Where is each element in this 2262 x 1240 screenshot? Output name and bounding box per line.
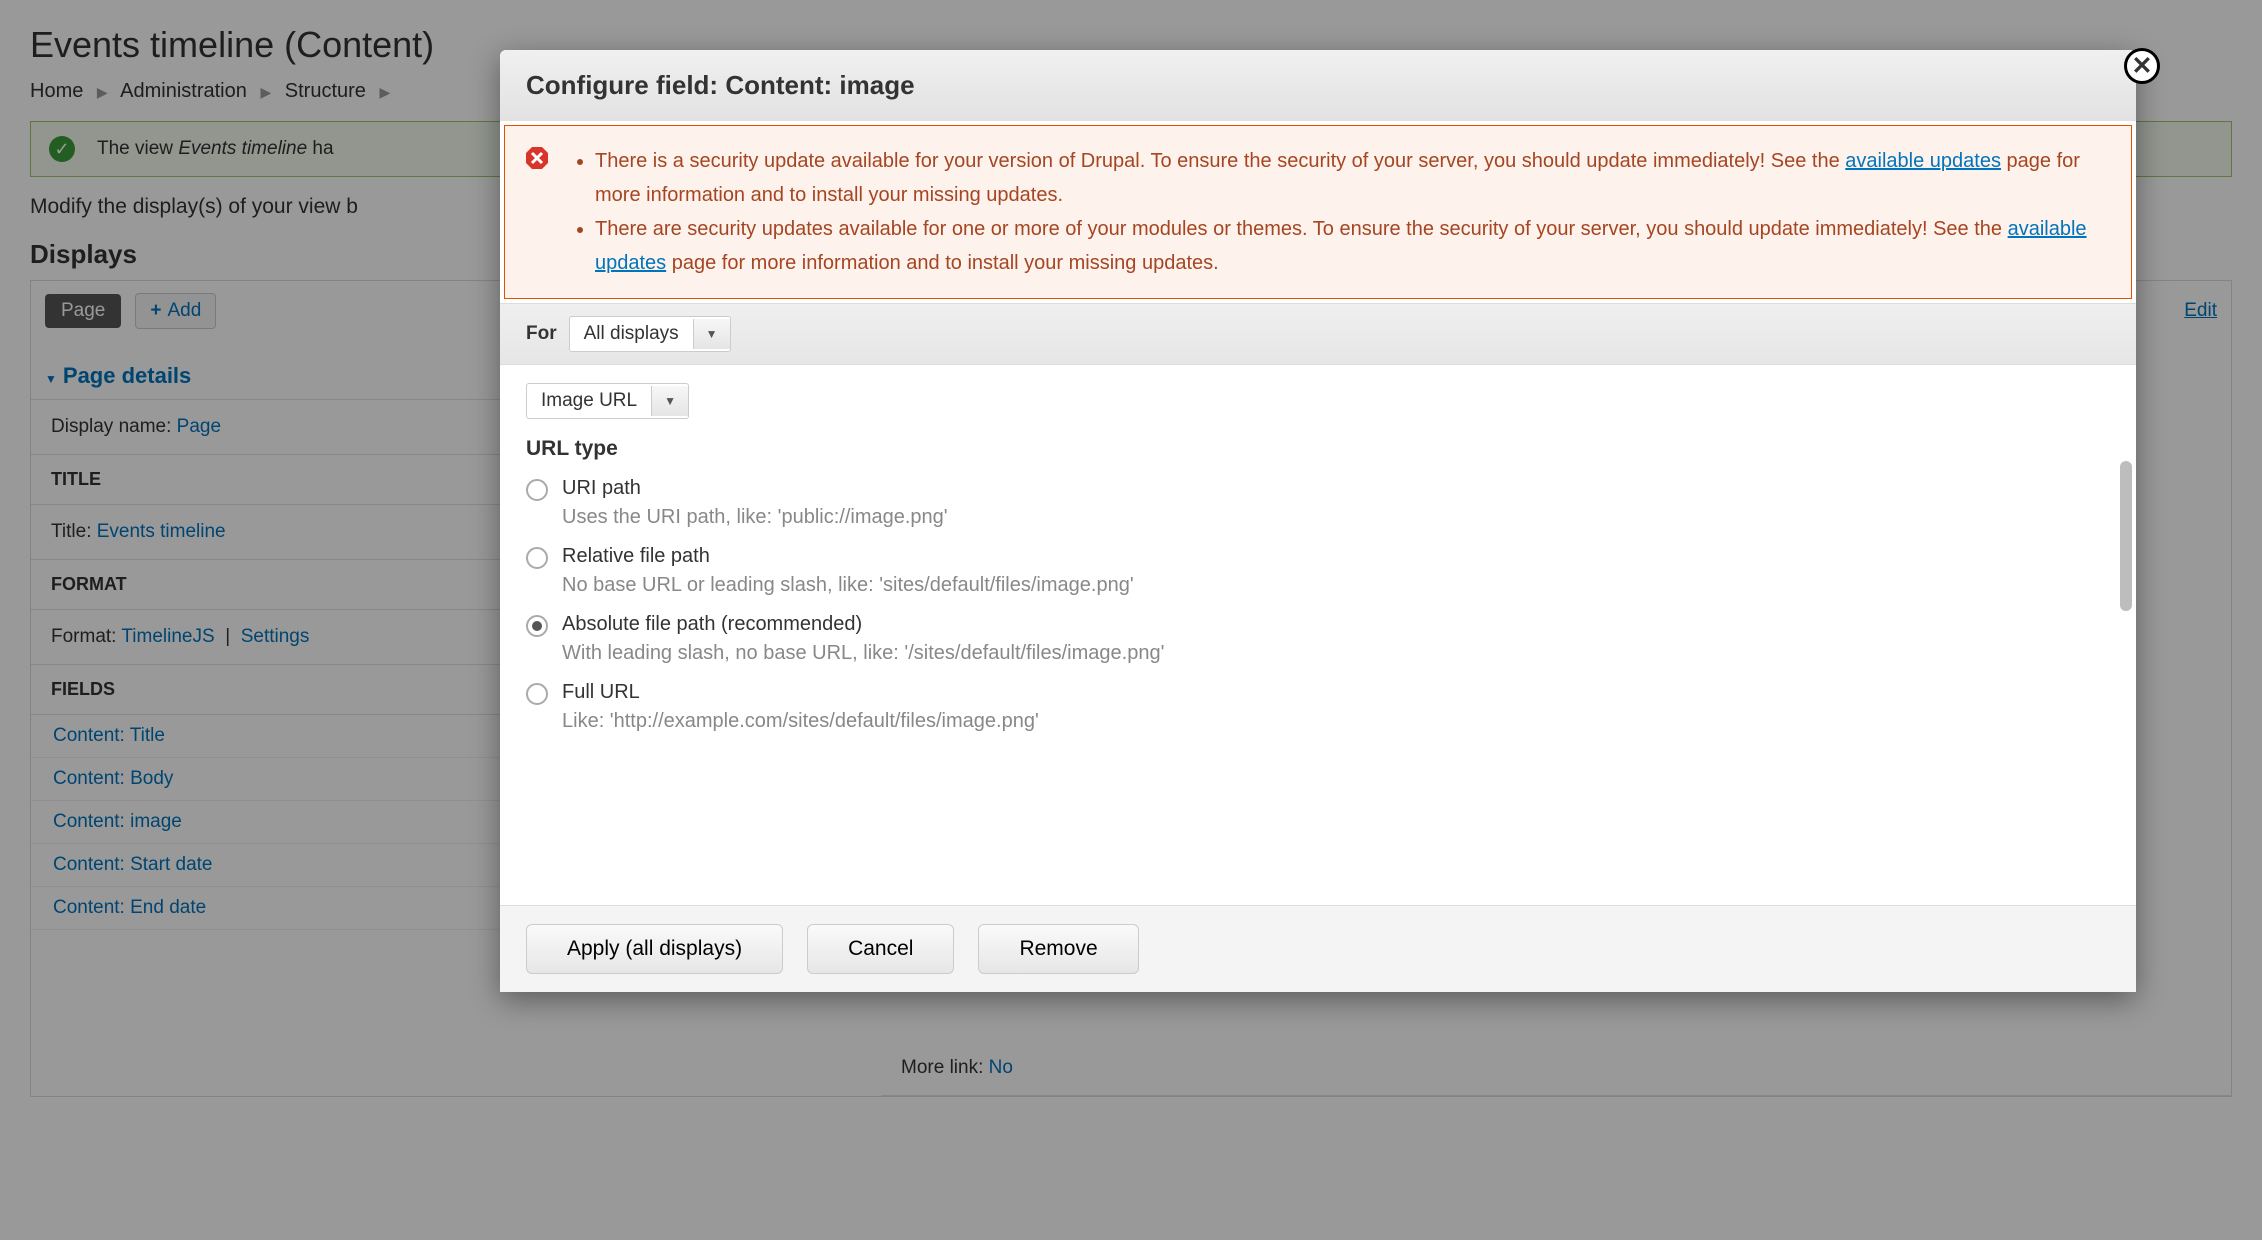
apply-button[interactable]: Apply (all displays) [526, 924, 783, 974]
cancel-button[interactable]: Cancel [807, 924, 954, 974]
radio-icon [526, 479, 548, 501]
warning-item: There is a security update available for… [595, 144, 2113, 212]
chevron-down-icon: ▼ [651, 386, 688, 416]
for-toolbar: For All displays ▼ [500, 303, 2136, 365]
radio-icon [526, 683, 548, 705]
available-updates-link[interactable]: available updates [1845, 150, 2001, 172]
for-select[interactable]: All displays ▼ [569, 316, 731, 352]
scrollbar-thumb[interactable] [2120, 461, 2132, 611]
radio-uri-path[interactable]: URI path Uses the URI path, like: 'publi… [526, 477, 2110, 529]
close-button[interactable]: ✕ [2124, 48, 2160, 84]
remove-button[interactable]: Remove [978, 924, 1138, 974]
radio-absolute-path[interactable]: Absolute file path (recommended) With le… [526, 613, 2110, 665]
url-type-label: URL type [526, 437, 2110, 461]
security-warning: There is a security update available for… [504, 125, 2132, 299]
error-icon [525, 146, 549, 170]
close-icon: ✕ [2132, 51, 2153, 81]
modal-title: Configure field: Content: image [500, 50, 2136, 121]
for-label: For [526, 323, 557, 345]
configure-field-modal: ✕ Configure field: Content: image There … [500, 50, 2136, 992]
radio-icon [526, 547, 548, 569]
radio-icon [526, 615, 548, 637]
radio-relative-path[interactable]: Relative file path No base URL or leadin… [526, 545, 2110, 597]
formatter-select[interactable]: Image URL ▼ [526, 383, 689, 419]
chevron-down-icon: ▼ [693, 319, 730, 349]
radio-full-url[interactable]: Full URL Like: 'http://example.com/sites… [526, 681, 2110, 733]
warning-item: There are security updates available for… [595, 212, 2113, 280]
